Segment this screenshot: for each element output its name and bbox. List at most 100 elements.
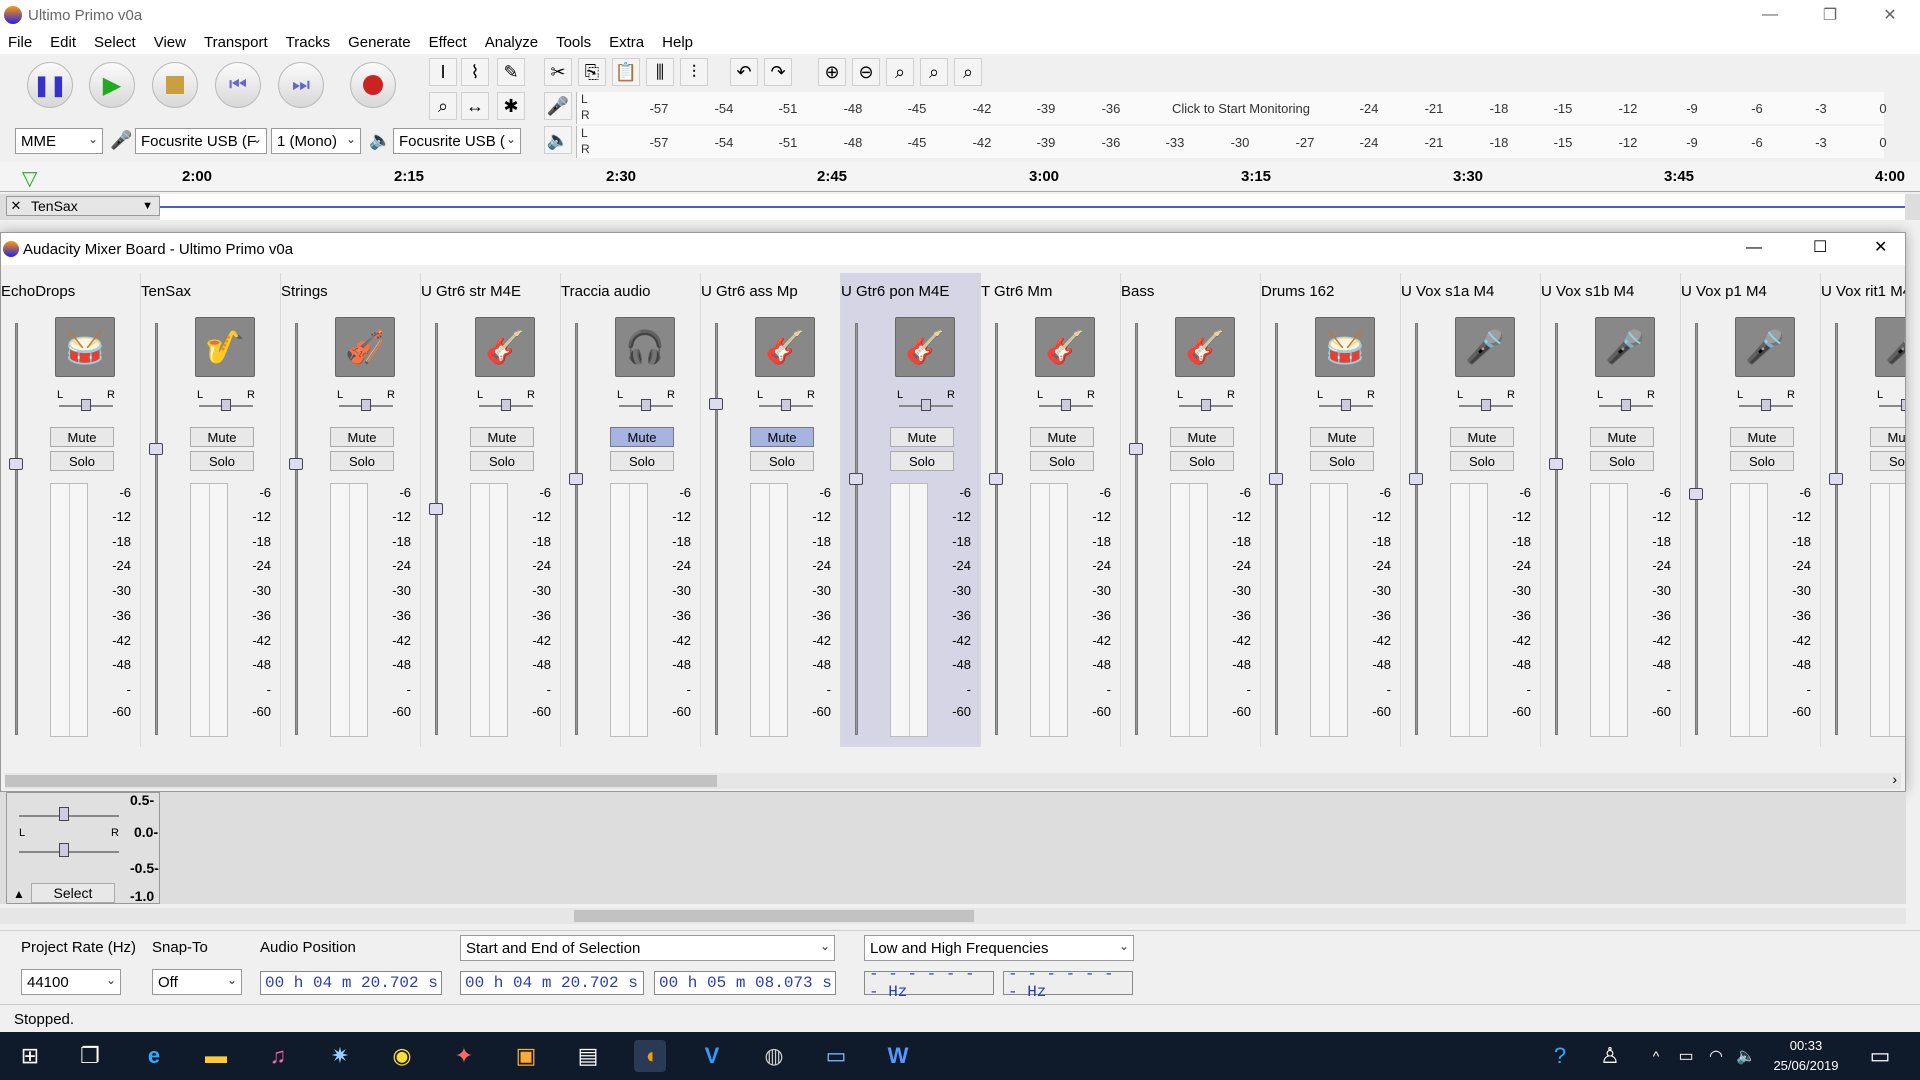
gain-slider[interactable]	[1415, 323, 1418, 735]
zoom-tool-icon[interactable]: ⌕	[429, 92, 457, 120]
undo-icon[interactable]: ↶	[730, 58, 758, 86]
menu-help[interactable]: Help	[662, 34, 693, 51]
skip-end-button[interactable]: ⏭	[278, 62, 324, 108]
mute-button[interactable]: Mute	[1590, 427, 1654, 447]
mute-button[interactable]: Mute	[1870, 427, 1905, 447]
playback-device-select[interactable]: Focusrite USB (⌄	[393, 128, 521, 154]
selection-tool-icon[interactable]: I	[429, 58, 457, 86]
gain-slider[interactable]	[1275, 323, 1278, 735]
audio-position-field[interactable]: 00 h 04 m 20.702 s	[260, 971, 442, 995]
notifications-icon[interactable]: ▭	[1864, 1040, 1896, 1072]
gain-slider-thumb[interactable]	[989, 473, 1003, 485]
app-icon[interactable]: V	[696, 1040, 728, 1072]
pan-slider[interactable]: LR	[1035, 389, 1097, 411]
people-icon[interactable]: ♙	[1594, 1040, 1626, 1072]
edge-browser-icon[interactable]: e	[138, 1040, 170, 1072]
gain-slider[interactable]	[855, 323, 858, 735]
itunes-icon[interactable]: ♫	[262, 1040, 294, 1072]
solo-button[interactable]: Solo	[1450, 451, 1514, 471]
gain-slider-thumb[interactable]	[1829, 473, 1843, 485]
mute-button[interactable]: Mute	[330, 427, 394, 447]
playback-meter[interactable]: L R -57 -54 -51 -48 -45 -42 -39 -36 -33 …	[576, 126, 1887, 158]
pan-knob[interactable]	[641, 399, 651, 411]
gain-slider[interactable]	[1835, 323, 1838, 735]
volume-icon[interactable]: 🔈	[1730, 1040, 1762, 1072]
zoom-toggle-icon[interactable]: ⌕	[954, 58, 982, 86]
menu-effect[interactable]: Effect	[429, 34, 467, 51]
pan-knob[interactable]	[501, 399, 511, 411]
solo-button[interactable]: Solo	[1730, 451, 1794, 471]
clock[interactable]: 00:33 25/06/2019	[1766, 1036, 1846, 1076]
pan-slider[interactable]	[19, 851, 119, 853]
timeshift-tool-icon[interactable]: ↔	[461, 92, 489, 120]
menu-tools[interactable]: Tools	[556, 34, 591, 51]
gain-slider-thumb[interactable]	[1129, 443, 1143, 455]
pan-slider[interactable]: LR	[1175, 389, 1237, 411]
audacity-taskbar-icon[interactable]: ◖	[634, 1040, 666, 1072]
mute-button[interactable]: Mute	[750, 427, 814, 447]
gain-slider[interactable]	[15, 323, 18, 735]
pan-knob[interactable]	[781, 399, 791, 411]
gain-slider[interactable]	[19, 815, 119, 817]
channels-select[interactable]: 1 (Mono) ⌄	[271, 128, 361, 154]
play-head-icon[interactable]: ▽	[22, 166, 37, 191]
scrollbar-thumb[interactable]	[5, 775, 717, 787]
menu-generate[interactable]: Generate	[348, 34, 411, 51]
pan-slider-thumb[interactable]	[59, 843, 69, 857]
project-horizontal-scrollbar[interactable]	[0, 908, 1906, 924]
pan-knob[interactable]	[81, 399, 91, 411]
menu-transport[interactable]: Transport	[204, 34, 268, 51]
menu-extra[interactable]: Extra	[609, 34, 644, 51]
mute-button[interactable]: Mute	[50, 427, 114, 447]
minimize-icon[interactable]: —	[1740, 0, 1800, 30]
record-meter[interactable]: L R -57 -54 -51 -48 -45 -42 -39 -36 Clic…	[576, 92, 1887, 124]
selection-start-field[interactable]: 00 h 04 m 20.702 s	[460, 971, 644, 995]
restore-icon[interactable]: ❐	[1800, 0, 1860, 30]
solo-button[interactable]: Solo	[1310, 451, 1374, 471]
battery-icon[interactable]: ▭	[1670, 1040, 1702, 1072]
fit-project-icon[interactable]: ⌕	[920, 58, 948, 86]
gain-slider[interactable]	[1135, 323, 1138, 735]
solo-button[interactable]: Solo	[1170, 451, 1234, 471]
mute-button[interactable]: Mute	[610, 427, 674, 447]
copy-icon[interactable]: ⎘	[578, 58, 606, 86]
zoom-in-icon[interactable]: ⊕	[818, 58, 846, 86]
pan-knob[interactable]	[1621, 399, 1631, 411]
solo-button[interactable]: Solo	[610, 451, 674, 471]
close-icon[interactable]: ✕	[1860, 0, 1920, 30]
pause-button[interactable]: ❚❚	[27, 62, 73, 108]
gain-slider[interactable]	[435, 323, 438, 735]
solo-button[interactable]: Solo	[890, 451, 954, 471]
start-monitoring-label[interactable]: Click to Start Monitoring	[1172, 101, 1310, 116]
show-hidden-icons[interactable]: ^	[1640, 1040, 1672, 1072]
solo-button[interactable]: Solo	[1030, 451, 1094, 471]
gain-slider-thumb[interactable]	[1549, 458, 1563, 470]
pan-knob[interactable]	[1761, 399, 1771, 411]
solo-button[interactable]: Solo	[190, 451, 254, 471]
pan-slider[interactable]: LR	[755, 389, 817, 411]
scrollbar-thumb[interactable]	[574, 910, 974, 922]
zoom-out-icon[interactable]: ⊖	[852, 58, 880, 86]
recording-device-select[interactable]: Focusrite USB (F ⌄	[135, 128, 267, 154]
record-meter-icon[interactable]: 🎤	[544, 92, 572, 120]
solo-button[interactable]: Solo	[330, 451, 394, 471]
cut-icon[interactable]: ✂	[544, 58, 572, 86]
gain-slider-thumb[interactable]	[569, 473, 583, 485]
app-icon[interactable]: ▭	[820, 1040, 852, 1072]
menu-select[interactable]: Select	[94, 34, 136, 51]
app-icon[interactable]: ◉	[386, 1040, 418, 1072]
selection-end-field[interactable]: 00 h 05 m 08.073 s	[654, 971, 836, 995]
gain-slider[interactable]	[295, 323, 298, 735]
file-explorer-icon[interactable]: ▬	[200, 1040, 232, 1072]
pan-slider[interactable]: LR	[335, 389, 397, 411]
gain-slider-thumb[interactable]	[9, 458, 23, 470]
trim-icon[interactable]: ⫼	[646, 58, 674, 86]
gain-slider-thumb[interactable]	[1409, 473, 1423, 485]
timeline-ruler[interactable]: ▽ 2:00 2:15 2:30 2:45 3:00 3:15 3:30 3:4…	[0, 162, 1920, 192]
pan-knob[interactable]	[221, 399, 231, 411]
gain-slider-thumb[interactable]	[849, 473, 863, 485]
gain-slider-thumb[interactable]	[709, 398, 723, 410]
pan-slider[interactable]: LR	[895, 389, 957, 411]
solo-button[interactable]: Solo	[750, 451, 814, 471]
multi-tool-icon[interactable]: ✱	[497, 92, 525, 120]
